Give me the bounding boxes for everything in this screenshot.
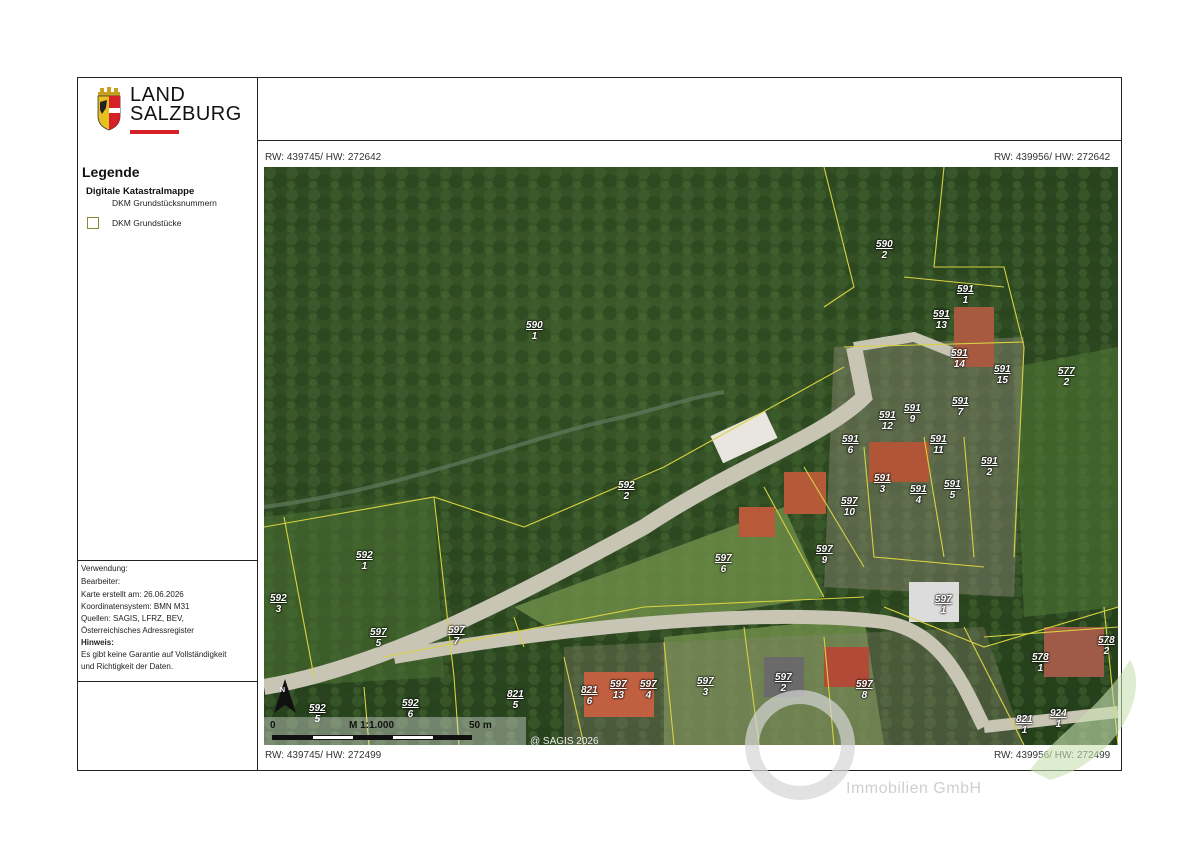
parcel-label: 597 9 [816, 544, 833, 566]
parcel-label: 591 4 [910, 484, 927, 506]
parcel-label: 590 2 [876, 239, 893, 261]
scale-distance: 50 m [469, 720, 492, 731]
brand-red-bar [130, 130, 179, 134]
meta-note-2: und Richtigkeit der Daten. [81, 662, 174, 671]
parcel-label: 597 7 [448, 625, 465, 647]
north-arrow-icon [274, 679, 296, 713]
scale-ratio: M 1:1.000 [349, 720, 395, 731]
parcel-label: 591 9 [904, 403, 921, 425]
parcel-label: 597 13 [610, 679, 627, 701]
parcel-label: 591 13 [933, 309, 950, 331]
parcel-label: 821 5 [507, 689, 524, 711]
map-header-row [258, 77, 1122, 141]
watermark-logo-icon [745, 660, 1137, 800]
parcel-label: 591 14 [951, 348, 968, 370]
watermark-company: Immobilien GmbH [846, 780, 982, 797]
north-label: N [280, 687, 286, 694]
coord-top-left: RW: 439745/ HW: 272642 [265, 152, 382, 163]
meta-note-1: Es gibt keine Garantie auf Vollständigke… [81, 650, 227, 659]
legend-item-parcels: DKM Grundstücke [112, 218, 182, 228]
meta-created: Karte erstellt am: 26.06.2026 [81, 590, 184, 599]
parcel-label: 591 11 [930, 434, 947, 456]
parcel-label: 591 6 [842, 434, 859, 456]
meta-sources: Quellen: SAGIS, LFRZ, BEV, [81, 614, 184, 623]
meta-crs: Koordinatensystem: BMN M31 [81, 602, 190, 611]
parcel-label: 591 7 [952, 396, 969, 418]
parcel-label: 597 1 [935, 594, 952, 616]
meta-note-label: Hinweis: [81, 638, 114, 647]
coord-top-right: RW: 439956/ HW: 272642 [994, 152, 1111, 163]
brand-wordmark: LAND SALZBURG [130, 85, 242, 125]
coord-bottom-left: RW: 439745/ HW: 272499 [265, 750, 382, 761]
meta-registry: Österreichisches Adressregister [81, 626, 194, 635]
legend-swatch-parcels [87, 217, 99, 229]
parcel-label: 591 5 [944, 479, 961, 501]
parcel-label: 592 2 [618, 480, 635, 502]
parcel-label: 821 6 [581, 685, 598, 707]
parcel-label: 597 4 [640, 679, 657, 701]
parcel-label: 597 10 [841, 496, 858, 518]
parcel-label: 597 3 [697, 676, 714, 698]
parcel-label: 597 6 [715, 553, 732, 575]
meta-usage: Verwendung: [81, 564, 128, 573]
parcel-label: 591 15 [994, 364, 1011, 386]
parcel-label: 592 3 [270, 593, 287, 615]
brand-line-2: SALZBURG [130, 103, 242, 125]
parcel-label: 597 5 [370, 627, 387, 649]
scale-bar [272, 735, 472, 740]
copyright-text: @ SAGIS 2026 [530, 736, 599, 747]
parcel-label: 590 1 [526, 320, 543, 342]
scale-zero: 0 [270, 720, 276, 731]
parcel-label: 591 12 [879, 410, 896, 432]
legend-item-parcel-numbers: DKM Grundstücksnummern [112, 198, 217, 208]
meta-editor: Bearbeiter: [81, 577, 121, 586]
legend-section-title: Digitale Katastralmappe [86, 186, 195, 197]
parcel-label: 592 1 [356, 550, 373, 572]
parcel-label: 591 2 [981, 456, 998, 478]
parcel-label: 591 1 [957, 284, 974, 306]
parcel-label: 591 3 [874, 473, 891, 495]
parcel-label: 577 2 [1058, 366, 1075, 388]
legend-title: Legende [82, 164, 140, 180]
